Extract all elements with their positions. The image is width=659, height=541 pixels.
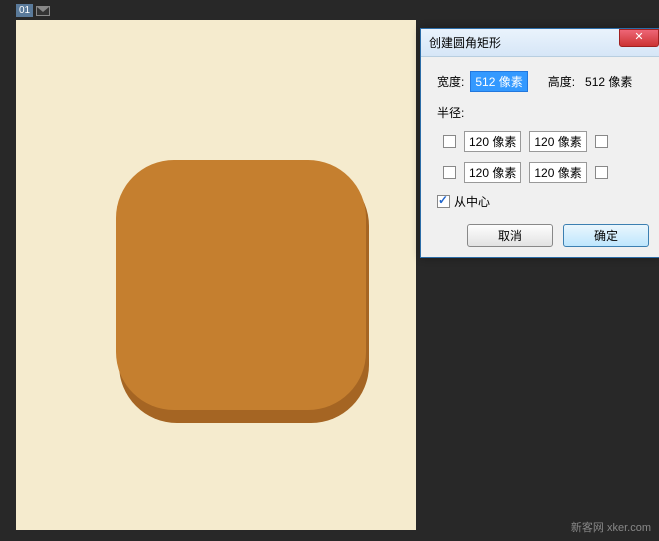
badge-01: 01 [16, 4, 33, 17]
radius-bl-input[interactable]: 120 像素 [464, 162, 521, 183]
radius-tr-input[interactable]: 120 像素 [529, 131, 586, 152]
from-center-label: 从中心 [454, 193, 490, 210]
link-bl-checkbox[interactable] [443, 166, 456, 179]
close-button[interactable]: ✕ [619, 29, 659, 47]
radius-br-input[interactable]: 120 像素 [529, 162, 586, 183]
link-tr-checkbox[interactable] [595, 135, 608, 148]
cancel-button[interactable]: 取消 [467, 224, 553, 247]
height-label: 高度: [548, 73, 575, 90]
radius-row-top: 120 像素 120 像素 [437, 131, 649, 152]
radius-row-bottom: 120 像素 120 像素 [437, 162, 649, 183]
ok-button[interactable]: 确定 [563, 224, 649, 247]
width-label: 宽度: [437, 73, 464, 90]
watermark: 新客网 xker.com [571, 519, 651, 535]
from-center-row: 从中心 [437, 193, 649, 210]
rounded-rect-shape[interactable] [116, 160, 366, 410]
mail-icon[interactable] [36, 6, 50, 16]
create-rounded-rect-dialog: 创建圆角矩形 ✕ 宽度: 512 像素 高度: 512 像素 半径: 120 像… [420, 28, 659, 258]
dialog-body: 宽度: 512 像素 高度: 512 像素 半径: 120 像素 120 像素 … [421, 57, 659, 257]
link-br-checkbox[interactable] [595, 166, 608, 179]
dialog-titlebar[interactable]: 创建圆角矩形 ✕ [421, 29, 659, 57]
button-row: 取消 确定 [437, 224, 649, 247]
dimensions-row: 宽度: 512 像素 高度: 512 像素 [437, 71, 649, 92]
radius-label: 半径: [437, 104, 649, 121]
link-tl-checkbox[interactable] [443, 135, 456, 148]
dialog-title-text: 创建圆角矩形 [429, 36, 501, 50]
height-input[interactable]: 512 像素 [581, 72, 636, 91]
from-center-checkbox[interactable] [437, 195, 450, 208]
radius-tl-input[interactable]: 120 像素 [464, 131, 521, 152]
canvas-area[interactable] [16, 20, 416, 530]
top-bar: 01 [16, 4, 50, 17]
width-input[interactable]: 512 像素 [470, 71, 527, 92]
